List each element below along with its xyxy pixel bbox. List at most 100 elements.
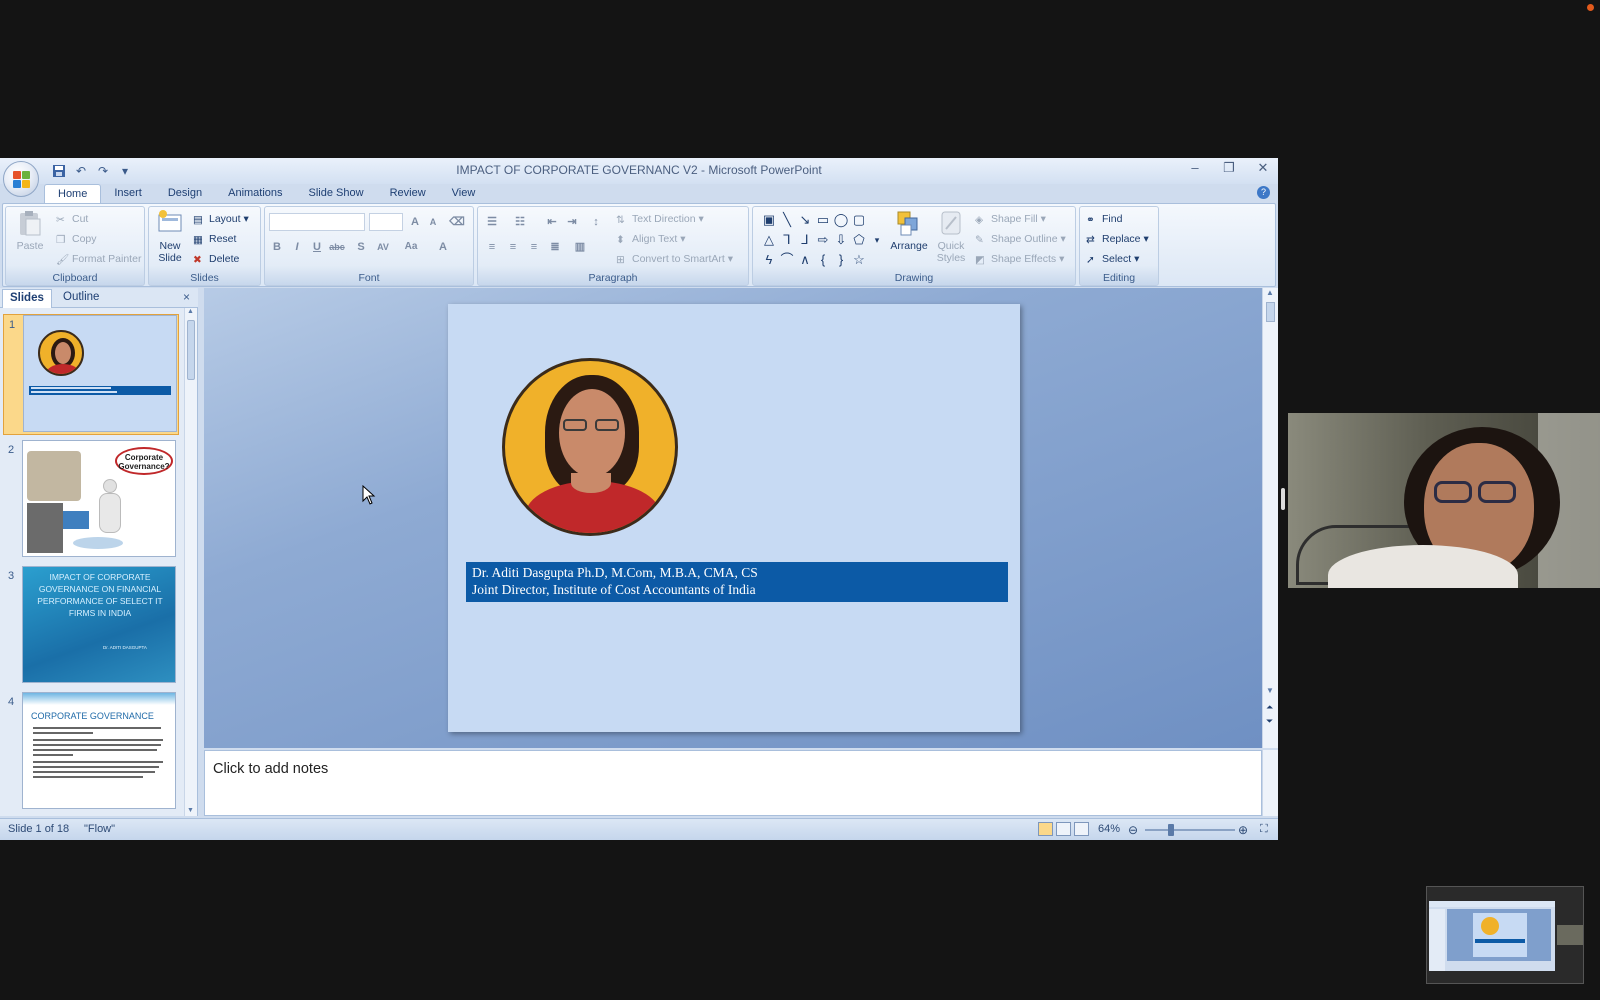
align-right-icon[interactable]: ≡ xyxy=(526,239,542,255)
scroll-up-icon[interactable]: ▲ xyxy=(1266,288,1274,297)
shapes-more-icon[interactable]: ▾ xyxy=(869,232,885,248)
previous-slide-icon[interactable]: ⏶ xyxy=(1266,702,1273,713)
name-text-box[interactable]: Dr. Aditi Dasgupta Ph.D, M.Com, M.B.A, C… xyxy=(466,562,1008,602)
right-brace-shape-icon[interactable]: } xyxy=(833,252,849,268)
columns-icon[interactable]: ▥ xyxy=(572,239,588,255)
triangle-shape-icon[interactable]: △ xyxy=(761,232,777,248)
normal-view-icon[interactable] xyxy=(1038,822,1053,836)
italic-icon[interactable]: I xyxy=(289,239,305,255)
slide-thumbnail-2[interactable]: 2 Corporate Governance? xyxy=(3,440,179,561)
font-name-combo[interactable] xyxy=(269,213,365,231)
office-button[interactable] xyxy=(3,161,39,197)
tab-slides[interactable]: Slides xyxy=(2,289,52,308)
textbox-shape-icon[interactable]: ▣ xyxy=(761,212,777,228)
font-color-icon[interactable]: A xyxy=(435,239,451,255)
slide-thumbnail-4[interactable]: 4 CORPORATE GOVERNANCE xyxy=(3,692,179,813)
zoom-slider-thumb[interactable] xyxy=(1168,824,1174,836)
scroll-up-icon[interactable]: ▲ xyxy=(187,308,194,315)
curve-shape-icon[interactable]: ⌒ xyxy=(779,252,795,268)
zoom-level[interactable]: 64% xyxy=(1098,823,1120,835)
character-spacing-icon[interactable]: AV xyxy=(375,239,391,255)
notes-scrollbar[interactable] xyxy=(1262,750,1278,816)
minimize-button[interactable]: – xyxy=(1188,160,1202,176)
new-slide-button[interactable]: New Slide xyxy=(151,209,189,264)
left-brace-shape-icon[interactable]: { xyxy=(815,252,831,268)
fit-to-window-icon[interactable]: ⛶ xyxy=(1260,823,1268,836)
freeform-shape-icon[interactable]: ∧ xyxy=(797,252,813,268)
arrow-line-shape-icon[interactable]: ↘ xyxy=(797,212,813,228)
notes-pane[interactable]: Click to add notes xyxy=(204,750,1262,816)
close-panel-icon[interactable]: × xyxy=(183,290,190,304)
bold-icon[interactable]: B xyxy=(269,239,285,255)
zoom-slider[interactable] xyxy=(1145,829,1235,831)
shape-effects-button[interactable]: ◩ Shape Effects ▾ xyxy=(975,253,1064,266)
change-case-icon[interactable]: Aa xyxy=(403,239,419,255)
current-slide[interactable]: Dr. Aditi Dasgupta Ph.D, M.Com, M.B.A, C… xyxy=(448,304,1020,732)
numbering-icon[interactable]: ☷ xyxy=(512,214,528,230)
copy-button[interactable]: ❐ Copy xyxy=(56,233,97,246)
tab-design[interactable]: Design xyxy=(155,184,215,204)
decrease-indent-icon[interactable]: ⇤ xyxy=(544,214,560,230)
convert-smartart-button[interactable]: ⊞ Convert to SmartArt ▾ xyxy=(616,253,733,266)
strikethrough-icon[interactable]: abc xyxy=(329,239,345,255)
tab-animations[interactable]: Animations xyxy=(215,184,295,204)
tab-outline[interactable]: Outline xyxy=(56,289,106,308)
align-center-icon[interactable]: ≡ xyxy=(505,239,521,255)
grow-font-icon[interactable]: A xyxy=(407,214,423,230)
increase-indent-icon[interactable]: ⇥ xyxy=(564,214,580,230)
find-button[interactable]: ⚭ Find xyxy=(1086,213,1122,226)
canvas-scrollbar[interactable]: ▲ ▼ ⏶ ⏷ xyxy=(1262,288,1278,748)
scroll-down-icon[interactable]: ▼ xyxy=(1266,686,1274,695)
oval-shape-icon[interactable]: ◯ xyxy=(833,212,849,228)
self-view-thumbnail[interactable] xyxy=(1426,886,1584,984)
canvas-scroll-thumb[interactable] xyxy=(1266,302,1275,322)
down-arrow-shape-icon[interactable]: ⇩ xyxy=(833,232,849,248)
restore-button[interactable]: ❐ xyxy=(1222,160,1236,176)
text-direction-button[interactable]: ⇅ Text Direction ▾ xyxy=(616,213,704,226)
elbow-connector-shape-icon[interactable]: ⅂ xyxy=(779,232,795,248)
participant-video[interactable] xyxy=(1288,413,1600,588)
scroll-down-icon[interactable]: ▼ xyxy=(187,807,194,814)
panel-scrollbar[interactable]: ▲ ▼ xyxy=(184,308,197,816)
rectangle-shape-icon[interactable]: ▭ xyxy=(815,212,831,228)
select-button[interactable]: ➚ Select ▾ xyxy=(1086,253,1139,266)
next-slide-icon[interactable]: ⏷ xyxy=(1266,716,1273,727)
panel-scroll-thumb[interactable] xyxy=(187,320,195,380)
flowchart-shape-icon[interactable]: ⬠ xyxy=(851,232,867,248)
shape-fill-button[interactable]: ◈ Shape Fill ▾ xyxy=(975,213,1046,226)
bullets-icon[interactable]: ☰ xyxy=(484,214,500,230)
paste-button[interactable]: Paste xyxy=(10,209,50,252)
zoom-in-icon[interactable]: ⊕ xyxy=(1238,823,1248,837)
arrange-button[interactable]: Arrange xyxy=(887,209,931,252)
tab-slide-show[interactable]: Slide Show xyxy=(296,184,377,204)
close-button[interactable]: ✕ xyxy=(1256,160,1270,176)
tab-home[interactable]: Home xyxy=(44,184,102,204)
layout-button[interactable]: ▤ Layout ▾ xyxy=(193,213,249,226)
shrink-font-icon[interactable]: A xyxy=(425,214,441,230)
replace-button[interactable]: ⇄ Replace ▾ xyxy=(1086,233,1149,246)
format-painter-button[interactable]: 🖌 Format Painter xyxy=(56,253,141,266)
star-shape-icon[interactable]: ☆ xyxy=(851,252,867,268)
reset-button[interactable]: ▦ Reset xyxy=(193,233,236,246)
cut-button[interactable]: ✂ Cut xyxy=(56,213,88,226)
lightning-shape-icon[interactable]: ϟ xyxy=(761,252,777,268)
portrait-photo[interactable] xyxy=(502,358,678,536)
align-text-button[interactable]: ⬍ Align Text ▾ xyxy=(616,233,686,246)
clear-formatting-icon[interactable]: ⌫ xyxy=(449,214,465,230)
rounded-rectangle-shape-icon[interactable]: ▢ xyxy=(851,212,867,228)
elbow-arrow-shape-icon[interactable]: ⅃ xyxy=(797,232,813,248)
align-left-icon[interactable]: ≡ xyxy=(484,239,500,255)
slide-thumbnail-1[interactable]: 1 xyxy=(3,314,179,435)
split-drag-handle[interactable] xyxy=(1281,488,1285,510)
tab-insert[interactable]: Insert xyxy=(101,184,155,204)
tab-review[interactable]: Review xyxy=(377,184,439,204)
right-arrow-shape-icon[interactable]: ⇨ xyxy=(815,232,831,248)
text-shadow-icon[interactable]: S xyxy=(353,239,369,255)
slide-thumbnail-3[interactable]: 3 IMPACT OF CORPORATE GOVERNANCE ON FINA… xyxy=(3,566,179,687)
font-size-combo[interactable] xyxy=(369,213,403,231)
slide-show-view-icon[interactable] xyxy=(1074,822,1089,836)
underline-icon[interactable]: U xyxy=(309,239,325,255)
quick-styles-button[interactable]: Quick Styles xyxy=(931,209,971,264)
tab-view[interactable]: View xyxy=(439,184,489,204)
justify-icon[interactable]: ≣ xyxy=(547,239,563,255)
